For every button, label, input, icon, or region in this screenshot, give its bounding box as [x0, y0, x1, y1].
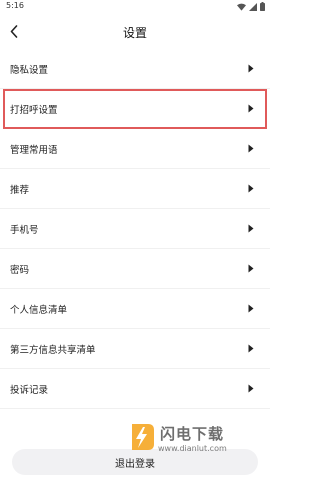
settings-item-greeting[interactable]: 打招呼设置: [3, 89, 267, 129]
settings-item-label: 第三方信息共享清单: [10, 345, 96, 356]
page-title: 设置: [122, 26, 147, 40]
wifi-icon: [237, 3, 246, 11]
settings-item-recommend[interactable]: 推荐: [0, 169, 270, 209]
chevron-right-icon: [248, 64, 254, 73]
settings-item-phone[interactable]: 手机号: [0, 209, 270, 249]
settings-list: 隐私设置 打招呼设置 管理常用语 推荐 手机号 密码 个人信息清单 第三方信息共…: [0, 49, 270, 409]
settings-item-label: 管理常用语: [10, 145, 58, 156]
lightning-logo-icon: [132, 424, 154, 450]
status-bar: 5:16: [0, 0, 270, 14]
settings-item-common-phrases[interactable]: 管理常用语: [0, 129, 270, 169]
logout-button[interactable]: 退出登录: [12, 449, 258, 475]
settings-item-label: 密码: [10, 265, 30, 276]
settings-item-personal-info-list[interactable]: 个人信息清单: [0, 289, 270, 329]
settings-item-password[interactable]: 密码: [0, 249, 270, 289]
battery-icon: [260, 2, 265, 11]
watermark-name: 闪电下载: [160, 425, 225, 443]
chevron-right-icon: [248, 264, 254, 273]
status-time: 5:16: [6, 1, 24, 10]
chevron-right-icon: [248, 344, 254, 353]
status-icons: [237, 2, 265, 11]
signal-icon: [249, 2, 257, 11]
settings-item-label: 投诉记录: [10, 385, 49, 396]
settings-item-label: 推荐: [10, 185, 30, 196]
settings-item-label: 个人信息清单: [10, 305, 68, 316]
nav-bar: 设置: [0, 14, 270, 50]
settings-item-third-party-sharing[interactable]: 第三方信息共享清单: [0, 329, 270, 369]
chevron-right-icon: [248, 224, 254, 233]
settings-item-privacy[interactable]: 隐私设置: [0, 49, 270, 89]
settings-item-complaints[interactable]: 投诉记录: [0, 369, 270, 409]
settings-item-label: 手机号: [10, 225, 39, 236]
chevron-right-icon: [248, 144, 254, 153]
settings-item-label: 打招呼设置: [10, 105, 58, 116]
chevron-right-icon: [248, 104, 254, 113]
chevron-right-icon: [248, 304, 254, 313]
settings-item-label: 隐私设置: [10, 65, 49, 76]
chevron-right-icon: [248, 384, 254, 393]
chevron-right-icon: [248, 184, 254, 193]
